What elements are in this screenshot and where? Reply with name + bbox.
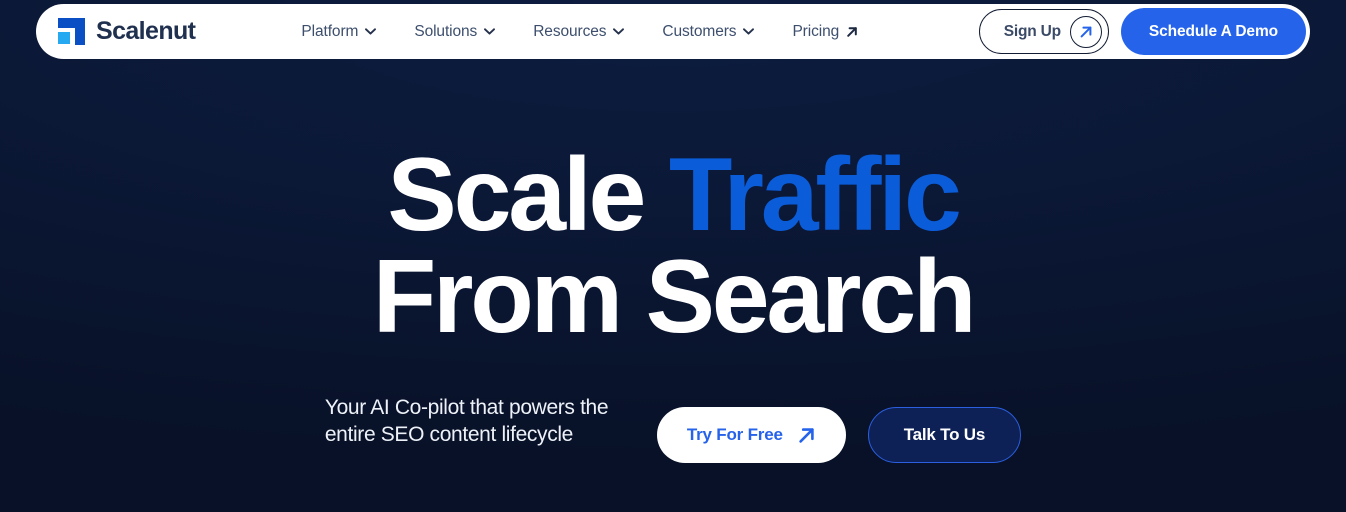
- sign-up-button[interactable]: Sign Up: [978, 9, 1109, 54]
- scalenut-logo-icon: [58, 18, 85, 45]
- hero-subtitle: Your AI Co-pilot that powers the entire …: [324, 396, 609, 446]
- nav-item-pricing[interactable]: Pricing: [792, 23, 858, 41]
- arrow-up-right-icon: [846, 26, 858, 38]
- nav-item-resources[interactable]: Resources: [533, 22, 625, 41]
- arrow-up-right-icon: [1069, 15, 1102, 48]
- nav-links: Platform Solutions Resources Customers P…: [301, 23, 858, 41]
- nav-item-label: Solutions: [414, 22, 478, 40]
- page-title: Scale Traffic From Search: [0, 60, 1346, 349]
- nav-item-label: Resources: [533, 22, 607, 40]
- hero-title-line2: From Search: [372, 238, 977, 355]
- hero-section: Scale Traffic From Search Your AI Co-pil…: [0, 60, 1346, 512]
- nav-item-label: Pricing: [792, 22, 840, 40]
- schedule-demo-button[interactable]: Schedule A Demo: [1120, 8, 1306, 55]
- hero-bottom-row: Your AI Co-pilot that powers the entire …: [0, 390, 1346, 463]
- arrow-up-right-icon: [797, 426, 816, 445]
- chevron-down-icon: [743, 28, 755, 35]
- talk-to-us-button[interactable]: Talk To Us: [867, 407, 1022, 463]
- landing-page: Scalenut Platform Solutions Resources Cu…: [0, 0, 1346, 512]
- nav-item-platform[interactable]: Platform: [301, 22, 377, 41]
- try-for-free-label: Try For Free: [686, 425, 783, 444]
- chevron-down-icon: [613, 28, 625, 35]
- sign-up-label: Sign Up: [1003, 22, 1061, 40]
- nav-actions: Sign Up Schedule A Demo: [978, 8, 1306, 55]
- nav-item-label: Platform: [301, 22, 359, 40]
- hero-title-line1-white: Scale: [387, 137, 669, 253]
- chevron-down-icon: [365, 28, 377, 35]
- chevron-down-icon: [484, 28, 496, 35]
- nav-item-solutions[interactable]: Solutions: [414, 22, 496, 41]
- hero-title-line1-accent: Traffic: [668, 137, 962, 253]
- hero-cta-group: Try For Free Talk To Us: [656, 390, 1022, 463]
- nav-item-customers[interactable]: Customers: [662, 22, 755, 41]
- brand-name: Scalenut: [96, 17, 196, 45]
- top-navigation-bar: Scalenut Platform Solutions Resources Cu…: [36, 4, 1310, 59]
- try-for-free-button[interactable]: Try For Free: [656, 407, 846, 463]
- brand-logo[interactable]: Scalenut: [58, 17, 196, 45]
- nav-item-label: Customers: [662, 22, 737, 40]
